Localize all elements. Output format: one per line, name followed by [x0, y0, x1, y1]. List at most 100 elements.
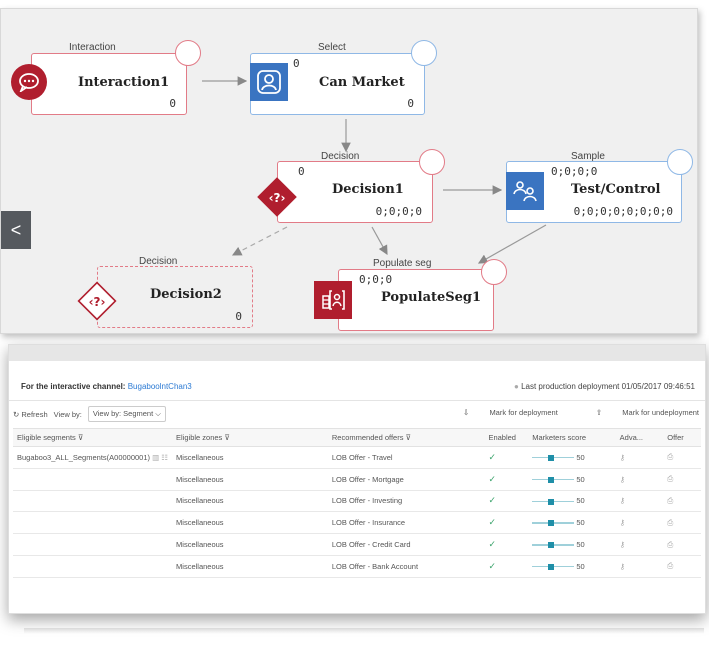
node-name: PopulateSeg1: [381, 290, 482, 305]
chat-icon: [11, 64, 47, 100]
table-row[interactable]: Miscellaneous LOB Offer - Credit Card ✓ …: [13, 533, 701, 556]
key-icon[interactable]: ⚷: [620, 453, 626, 462]
col-header-segments[interactable]: Eligible segments ⊽: [13, 428, 173, 447]
segment-cell: [13, 490, 173, 513]
zone-cell: Miscellaneous: [172, 490, 328, 513]
key-icon[interactable]: ⚷: [620, 496, 626, 505]
node-port[interactable]: [175, 40, 201, 66]
advanced-cell: ⚷: [615, 511, 664, 535]
table-row[interactable]: Miscellaneous LOB Offer - Insurance ✓ 50…: [13, 511, 701, 535]
offer-doc-icon[interactable]: ⎙: [667, 474, 673, 483]
check-icon[interactable]: ✓: [488, 539, 496, 549]
channel-row: For the interactive channel: BugaboolntC…: [21, 382, 192, 391]
svg-text:‹?›: ‹?›: [89, 295, 106, 309]
col-header-score[interactable]: Marketers score: [528, 428, 616, 447]
populate-seg-node[interactable]: 0;0;0 PopulateSeg1: [338, 269, 494, 331]
link-decision1-populate: [371, 226, 388, 256]
score-slider[interactable]: [532, 563, 575, 570]
score-slider[interactable]: [532, 476, 575, 483]
col-header-offers[interactable]: Recommended offers ⊽: [327, 428, 485, 447]
key-icon[interactable]: ⚷: [620, 562, 626, 571]
advanced-cell: ⚷: [615, 490, 664, 513]
offer-cell: LOB Offer - Travel: [327, 446, 485, 469]
offer-doc-icon[interactable]: ⎙: [667, 540, 673, 549]
check-icon[interactable]: ✓: [488, 561, 496, 571]
flowchart-canvas[interactable]: Interaction Interaction1 0 Select 0 Can …: [0, 8, 698, 334]
user-select-icon: [250, 63, 288, 101]
segment-chart-icon[interactable]: ▥ ☷: [152, 453, 168, 462]
view-by-select[interactable]: View by: Segment ⌵: [87, 406, 166, 422]
score-slider[interactable]: [532, 454, 575, 461]
refresh-icon: ↻: [13, 409, 20, 419]
decision1-node[interactable]: 0 Decision1 0;0;0;0: [277, 161, 433, 223]
col-header-offer[interactable]: Offer: [663, 428, 701, 447]
check-icon[interactable]: ✓: [488, 495, 496, 505]
table-row[interactable]: Bugaboo3_ALL_Segments(A00000001) ▥ ☷ Mis…: [13, 446, 701, 469]
populate-segment-icon: [314, 281, 352, 319]
offer-doc-icon[interactable]: ⎙: [667, 561, 673, 570]
col-header-enabled[interactable]: Enabled: [484, 428, 529, 447]
node-port[interactable]: [419, 149, 445, 175]
score-cell: 50: [528, 490, 616, 513]
score-slider[interactable]: [532, 498, 575, 505]
col-header-advanced[interactable]: Adva...: [615, 428, 664, 447]
col-header-zones[interactable]: Eligible zones ⊽: [172, 428, 328, 447]
node-name: Decision2: [150, 287, 222, 302]
node-name: Test/Control: [571, 182, 661, 197]
offer-action-cell: ⎙: [663, 468, 701, 491]
table-row[interactable]: Miscellaneous LOB Offer - Mortgage ✓ 50 …: [13, 468, 701, 491]
key-icon[interactable]: ⚷: [620, 475, 626, 484]
decision2-node[interactable]: Decision2 0: [97, 266, 253, 328]
offer-table-panel: For the interactive channel: BugaboolntC…: [8, 344, 706, 614]
table-row[interactable]: Miscellaneous LOB Offer - Investing ✓ 50…: [13, 490, 701, 513]
node-top-count: 0: [293, 57, 300, 70]
deployment-text: Last production deployment 01/05/2017 09…: [521, 382, 695, 391]
check-icon[interactable]: ✓: [488, 452, 496, 462]
channel-link[interactable]: BugaboolntChan3: [128, 382, 192, 391]
offer-doc-icon[interactable]: ⎙: [667, 452, 673, 461]
offer-doc-icon[interactable]: ⎙: [667, 496, 673, 505]
node-top-count: 0;0;0;0: [551, 165, 598, 178]
segment-cell: [13, 511, 173, 535]
node-name: Interaction1: [78, 75, 170, 90]
table-header-row: Eligible segments ⊽ Eligible zones ⊽ Rec…: [13, 428, 701, 447]
view-by-label: View by:: [53, 409, 82, 419]
interaction-node[interactable]: Interaction1 0: [31, 53, 187, 115]
table-row[interactable]: Miscellaneous LOB Offer - Bank Account ✓…: [13, 555, 701, 578]
chevron-left-icon: <: [10, 219, 22, 240]
refresh-label: Refresh: [21, 409, 48, 419]
key-icon[interactable]: ⚷: [620, 540, 626, 549]
enabled-cell: ✓: [484, 533, 529, 556]
filter-icon[interactable]: ⊽: [406, 433, 412, 442]
enabled-cell: ✓: [484, 446, 529, 469]
check-icon[interactable]: ✓: [488, 474, 496, 484]
node-port[interactable]: [667, 149, 693, 175]
score-slider[interactable]: [532, 520, 575, 527]
enabled-cell: ✓: [484, 511, 529, 535]
undeploy-icon: ⇧: [595, 408, 603, 417]
refresh-button[interactable]: ↻ Refresh: [13, 410, 48, 419]
collapse-panel-button[interactable]: <: [1, 211, 31, 249]
node-count: 0: [169, 97, 176, 110]
check-icon[interactable]: ✓: [488, 517, 496, 527]
deploy-actions: ⇩ Mark for deployment ⇧ Mark for undeplo…: [427, 408, 699, 417]
offer-cell: LOB Offer - Investing: [327, 490, 485, 513]
advanced-cell: ⚷: [615, 446, 664, 469]
mark-for-undeployment-button[interactable]: ⇧ Mark for undeployment: [578, 408, 699, 417]
filter-icon[interactable]: ⊽: [78, 433, 84, 442]
score-cell: 50: [528, 533, 616, 556]
key-icon[interactable]: ⚷: [620, 518, 626, 527]
zone-cell: Miscellaneous: [172, 511, 328, 535]
node-port[interactable]: [411, 40, 437, 66]
test-control-icon: [506, 172, 544, 210]
offer-action-cell: ⎙: [663, 511, 701, 535]
node-count: 0: [407, 97, 414, 110]
mark-for-deployment-button[interactable]: ⇩ Mark for deployment: [445, 408, 558, 417]
view-by-value: View by: Segment: [92, 409, 154, 418]
node-port[interactable]: [481, 259, 507, 285]
advanced-cell: ⚷: [615, 468, 664, 491]
score-slider[interactable]: [532, 542, 575, 549]
offer-doc-icon[interactable]: ⎙: [667, 518, 673, 527]
filter-icon[interactable]: ⊽: [224, 433, 230, 442]
segment-cell: [13, 533, 173, 556]
